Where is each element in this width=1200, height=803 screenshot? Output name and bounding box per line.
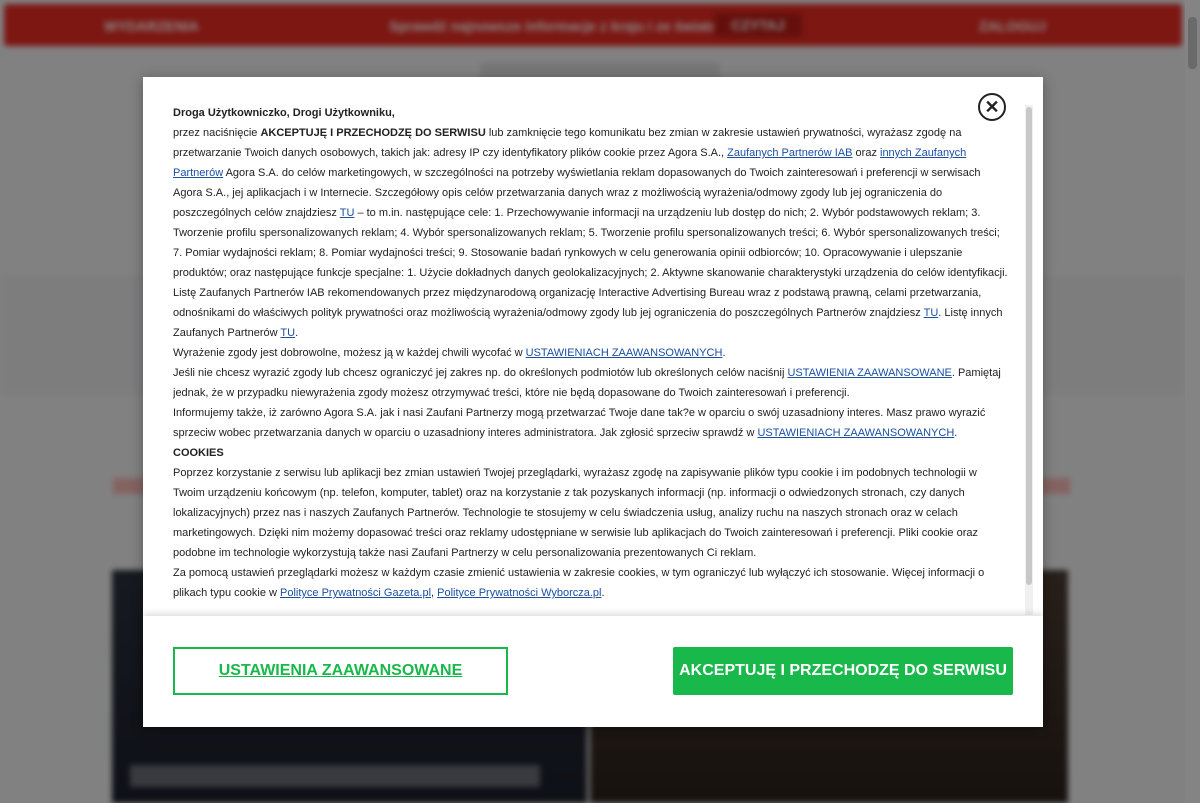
consent-paragraph-4: Jeśli nie chcesz wyrazić zgody lub chces… (173, 367, 1001, 399)
greeting: Droga Użytkowniczko, Drogi Użytkowniku, (173, 107, 395, 119)
consent-paragraph-1: przez naciśnięcie AKCEPTUJĘ I PRZECHODZĘ… (173, 127, 1008, 279)
accept-button[interactable]: AKCEPTUJĘ I PRZECHODZĘ DO SERWISU (673, 647, 1013, 695)
iab-partners-link[interactable]: Zaufanych Partnerów IAB (727, 147, 852, 159)
consent-paragraph-2: Listę Zaufanych Partnerów IAB rekomendow… (173, 287, 1003, 339)
consent-paragraph-5: Informujemy także, iż zarówno Agora S.A.… (173, 407, 986, 439)
gazeta-privacy-link[interactable]: Polityce Prywatności Gazeta.pl (280, 587, 431, 599)
advanced-settings-link[interactable]: USTAWIENIACH ZAAWANSOWANYCH (526, 347, 723, 359)
modal-footer: USTAWIENIA ZAAWANSOWANE AKCEPTUJĘ I PRZE… (143, 616, 1043, 727)
consent-text[interactable]: Droga Użytkowniczko, Drogi Użytkowniku, … (173, 103, 1008, 615)
consent-modal: ✕ Droga Użytkowniczko, Drogi Użytkowniku… (143, 77, 1043, 727)
other-list-link[interactable]: TU (280, 327, 295, 339)
cookies-heading: COOKIES (173, 447, 224, 459)
cookies-paragraph-1: Poprzez korzystanie z serwisu lub aplika… (173, 467, 978, 559)
modal-scrollbar-thumb[interactable] (1026, 107, 1032, 585)
cookies-paragraph-2: Za pomocą ustawień przeglądarki możesz w… (173, 567, 985, 599)
consent-paragraph-3: Wyrażenie zgody jest dobrowolne, możesz … (173, 347, 726, 359)
purposes-link[interactable]: TU (340, 207, 355, 219)
advanced-settings-link-3[interactable]: USTAWIENIACH ZAAWANSOWANYCH (757, 427, 954, 439)
advanced-settings-link-2[interactable]: USTAWIENIA ZAAWANSOWANE (787, 367, 951, 379)
advanced-settings-button[interactable]: USTAWIENIA ZAAWANSOWANE (173, 647, 508, 695)
iab-list-link[interactable]: TU (924, 307, 939, 319)
wyborcza-privacy-link[interactable]: Polityce Prywatności Wyborcza.pl (437, 587, 601, 599)
